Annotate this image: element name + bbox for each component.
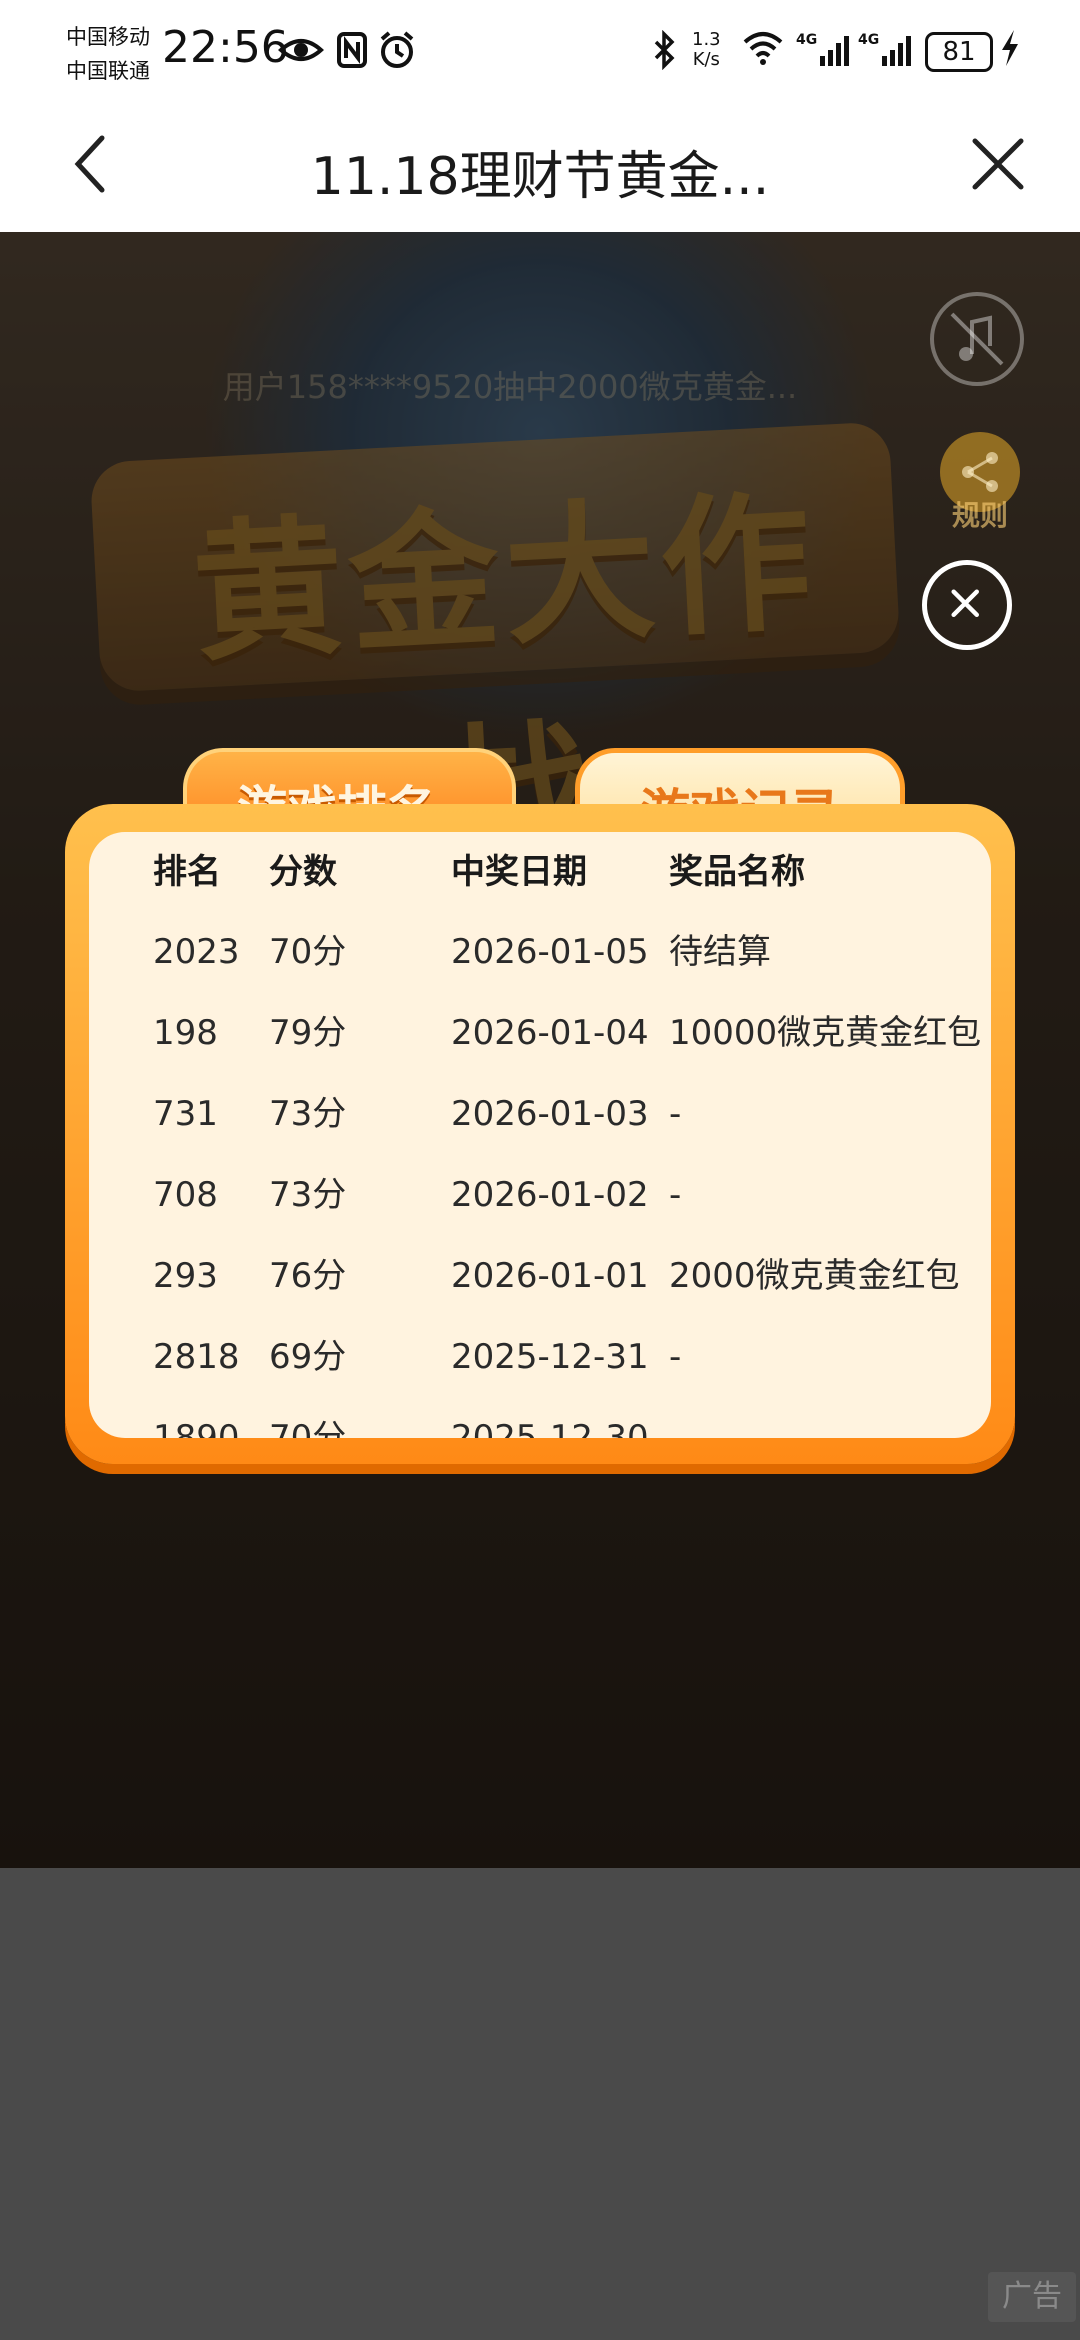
charging-icon xyxy=(1002,30,1018,66)
network-speed: 1.3 K/s xyxy=(692,30,721,70)
signal-4g-icon-2: 4G xyxy=(858,32,911,66)
cell-rank: 2818 xyxy=(153,1337,240,1377)
close-button[interactable] xyxy=(958,124,1038,204)
empty-area xyxy=(0,1868,1080,2340)
status-bar: 中国移动 中国联通 22:56 1.3 K/s 4G 4G 81 xyxy=(0,0,1080,100)
wifi-icon xyxy=(743,32,783,65)
table-row: 731 73分 2026-01-03- xyxy=(89,1074,991,1155)
cell-prize: 待结算 xyxy=(669,932,771,972)
cell-rank: 2023 xyxy=(153,932,240,972)
cell-score: 73分 xyxy=(269,1094,347,1134)
table-row: 1890 70分 2025-12-30- xyxy=(89,1398,991,1438)
table-row: 708 73分 2026-01-02- xyxy=(89,1155,991,1236)
cell-date: 2026-01-01 xyxy=(451,1256,649,1296)
table-header: 排名 分数 中奖日期 奖品名称 xyxy=(89,832,991,912)
modal-close-icon[interactable] xyxy=(922,560,1012,650)
table-body[interactable]: 2023 70分 2026-01-05 待结算 198 79分 2026-01-04 1000… xyxy=(89,912,991,1438)
cell-rank: 198 xyxy=(153,1013,218,1053)
cell-rank: 293 xyxy=(153,1256,218,1296)
carrier-1: 中国移动 xyxy=(66,25,150,49)
header-date: 中奖日期 xyxy=(451,852,587,892)
cell-score: 79分 xyxy=(269,1013,347,1053)
cell-prize: 10000微克黄金红包 xyxy=(669,1013,982,1053)
cell-score: 69分 xyxy=(269,1337,347,1377)
table-row: 293 76分 2026-01-01 2000微克黄金红包 xyxy=(89,1236,991,1317)
alarm-icon xyxy=(380,31,414,68)
cell-score: 76分 xyxy=(269,1256,347,1296)
cell-date: 2026-01-02 xyxy=(451,1175,649,1215)
cell-score: 73分 xyxy=(269,1175,347,1215)
nfc-icon xyxy=(337,32,367,68)
ad-label: 广告 xyxy=(988,2272,1076,2322)
cell-rank: 708 xyxy=(153,1175,218,1215)
clock: 22:56 xyxy=(162,22,289,73)
network-speed-unit: K/s xyxy=(692,49,720,70)
battery-icon: 81 xyxy=(925,32,993,72)
table-row: 198 79分 2026-01-04 10000微克黄金红包 xyxy=(89,993,991,1074)
cell-date: 2026-01-03 xyxy=(451,1094,649,1134)
signal-4g-icon: 4G xyxy=(796,32,849,66)
cell-score: 70分 xyxy=(269,1418,347,1438)
cell-prize: 2000微克黄金红包 xyxy=(669,1256,960,1296)
page-title: 11.18理财节黄金... xyxy=(310,147,770,207)
records-table: 排名 分数 中奖日期 奖品名称 2023 70分 2026-01-05 待结算 198 7… xyxy=(89,832,991,1438)
cell-date: 2026-01-04 xyxy=(451,1013,649,1053)
cell-prize: - xyxy=(669,1175,682,1215)
eye-icon xyxy=(278,39,324,61)
carrier-info: 中国移动 中国联通 xyxy=(66,20,150,88)
records-panel: 排名 分数 中奖日期 奖品名称 2023 70分 2026-01-05 待结算 198 7… xyxy=(65,804,1015,1464)
cell-date: 2026-01-05 xyxy=(451,932,649,972)
table-row: 2023 70分 2026-01-05 待结算 xyxy=(89,912,991,993)
cell-rank: 1890 xyxy=(153,1418,240,1438)
svg-text:4G: 4G xyxy=(796,32,817,48)
carrier-2: 中国联通 xyxy=(66,59,150,83)
cell-score: 70分 xyxy=(269,932,347,972)
cell-date: 2025-12-31 xyxy=(451,1337,649,1377)
network-speed-value: 1.3 xyxy=(692,29,721,50)
svg-text:4G: 4G xyxy=(858,32,879,48)
rules-button[interactable]: 规则 xyxy=(940,494,1020,534)
header-rank: 排名 xyxy=(153,852,221,892)
game-background: 黄金大作战 用户158****9520抽中2000微克黄金... 规则 游戏排名… xyxy=(0,232,1080,1868)
cell-prize: - xyxy=(669,1094,682,1134)
cell-date: 2025-12-30 xyxy=(451,1418,649,1438)
header-score: 分数 xyxy=(269,852,337,892)
header-prize: 奖品名称 xyxy=(669,852,805,892)
cell-prize: - xyxy=(669,1337,682,1377)
table-row: 2818 69分 2025-12-31- xyxy=(89,1317,991,1398)
music-off-icon[interactable] xyxy=(930,292,1024,386)
bluetooth-icon xyxy=(654,30,675,70)
title-bar: 11.18理财节黄金... xyxy=(0,100,1080,232)
back-button[interactable] xyxy=(58,124,138,204)
cell-prize: - xyxy=(669,1418,682,1438)
cell-rank: 731 xyxy=(153,1094,218,1134)
